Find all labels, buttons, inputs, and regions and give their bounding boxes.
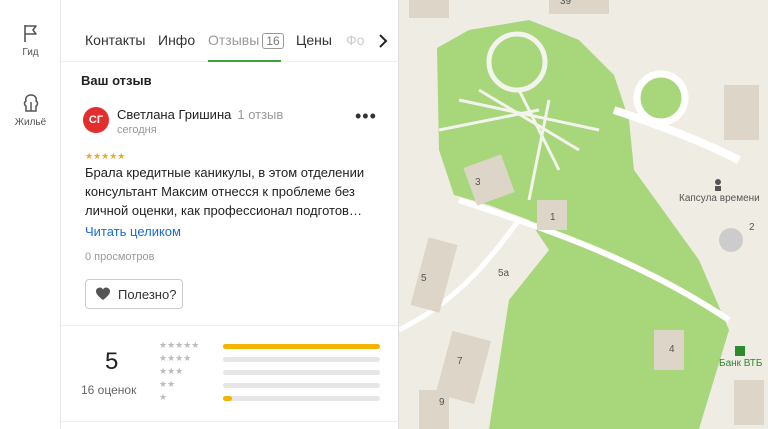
tabs-next-button[interactable] bbox=[371, 30, 395, 52]
map-label: 1 bbox=[550, 212, 556, 223]
author-review-count: 1 отзыв bbox=[237, 107, 284, 122]
building bbox=[719, 228, 743, 252]
map-label: 4 bbox=[669, 344, 675, 355]
review-date: сегодня bbox=[117, 124, 157, 136]
building bbox=[549, 0, 609, 14]
avatar[interactable]: СГ bbox=[83, 107, 109, 133]
review-author: Светлана Гришина 1 отзыв bbox=[117, 107, 283, 122]
heart-icon bbox=[96, 287, 110, 300]
distribution-bar bbox=[223, 370, 380, 375]
monument-icon[interactable] bbox=[712, 178, 724, 192]
map-label: 5а bbox=[498, 268, 510, 279]
rail-item-housing[interactable]: Жильё bbox=[0, 92, 61, 128]
distribution-bar bbox=[223, 383, 380, 388]
distribution-row-2: ★★ bbox=[159, 379, 385, 392]
distribution-bar bbox=[223, 357, 380, 362]
bank-icon[interactable] bbox=[735, 346, 745, 356]
tab-info[interactable]: Инфо bbox=[158, 32, 195, 48]
map-label: 2 bbox=[749, 222, 755, 233]
author-name[interactable]: Светлана Гришина bbox=[117, 107, 231, 122]
tab-reviews-label: Отзывы bbox=[208, 32, 260, 48]
distribution-row-5: ★★★★★ bbox=[159, 340, 385, 353]
map-label: 39 bbox=[560, 0, 572, 7]
active-tab-indicator bbox=[208, 60, 281, 62]
roundabout bbox=[633, 70, 689, 126]
building bbox=[724, 85, 759, 140]
rating-distribution: ★★★★★ ★★★★ ★★★ ★★ ★ bbox=[159, 340, 385, 405]
distribution-row-3: ★★★ bbox=[159, 366, 385, 379]
flag-icon bbox=[23, 25, 37, 42]
tab-photos[interactable]: Фо bbox=[346, 32, 364, 48]
rating-score: 5 bbox=[105, 348, 119, 375]
distribution-stars: ★★ bbox=[159, 379, 176, 389]
read-more-link[interactable]: Читать целиком bbox=[85, 224, 181, 239]
more-options-button[interactable]: ••• bbox=[355, 106, 377, 127]
review-text: Брала кредитные каникулы, в этом отделен… bbox=[85, 165, 365, 218]
rating-count: 16 оценок bbox=[81, 383, 137, 397]
map-label-time-capsule[interactable]: Капсула времени bbox=[679, 193, 760, 204]
distribution-bar bbox=[223, 396, 380, 401]
map-label: 3 bbox=[475, 177, 481, 188]
left-rail: Гид Жильё bbox=[0, 0, 61, 429]
distribution-fill bbox=[223, 396, 233, 401]
distribution-row-4: ★★★★ bbox=[159, 353, 385, 366]
rail-item-guide-label: Гид bbox=[22, 47, 39, 58]
tab-prices[interactable]: Цены bbox=[296, 32, 332, 48]
tab-reviews-count: 16 bbox=[262, 33, 284, 49]
section-divider-bottom bbox=[61, 421, 398, 422]
house-icon bbox=[23, 94, 38, 112]
section-divider bbox=[61, 325, 398, 326]
distribution-stars: ★★★ bbox=[159, 366, 184, 376]
useful-button[interactable]: Полезно? bbox=[85, 279, 183, 309]
map-label-vtb-bank[interactable]: Банк ВТБ bbox=[719, 358, 762, 369]
distribution-fill bbox=[223, 344, 380, 349]
your-review-heading: Ваш отзыв bbox=[81, 73, 152, 88]
place-panel: Контакты Инфо Отзывы 16 Цены Фо Ваш отзыв… bbox=[61, 0, 399, 429]
map-label: 5 bbox=[421, 273, 427, 284]
building bbox=[734, 380, 764, 425]
tab-reviews[interactable]: Отзывы 16 bbox=[208, 32, 284, 49]
distribution-stars: ★ bbox=[159, 392, 168, 402]
useful-button-label: Полезно? bbox=[118, 287, 177, 302]
tab-bar: Контакты Инфо Отзывы 16 Цены Фо bbox=[61, 20, 398, 62]
tab-contacts[interactable]: Контакты bbox=[85, 32, 145, 48]
map-view[interactable]: 39 3 1 2 5 5а 7 9 4 Капсула времени Банк… bbox=[397, 0, 768, 429]
distribution-stars: ★★★★ bbox=[159, 353, 192, 363]
map-canvas[interactable] bbox=[397, 0, 768, 429]
review-rating-stars: ★★★★★ bbox=[85, 151, 126, 161]
chevron-right-icon bbox=[379, 34, 388, 48]
more-dots-icon: ••• bbox=[355, 106, 377, 126]
distribution-row-1: ★ bbox=[159, 392, 385, 405]
rail-item-guide[interactable]: Гид bbox=[0, 22, 61, 58]
building bbox=[419, 390, 449, 429]
map-label: 7 bbox=[457, 356, 463, 367]
building bbox=[409, 0, 449, 18]
review-views: 0 просмотров bbox=[85, 251, 155, 263]
rail-item-housing-label: Жильё bbox=[14, 117, 47, 128]
map-label: 9 bbox=[439, 397, 445, 408]
distribution-bar bbox=[223, 344, 380, 349]
distribution-stars: ★★★★★ bbox=[159, 340, 200, 350]
